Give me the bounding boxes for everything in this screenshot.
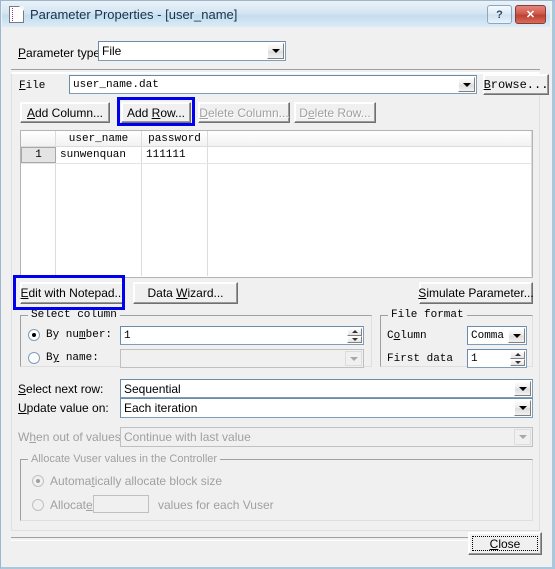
by-number-stepper[interactable] xyxy=(347,328,362,343)
row-header-number[interactable]: 1 xyxy=(21,147,56,163)
allocate-radio xyxy=(32,499,44,511)
simulate-parameter-button[interactable]: Simulate Parameter... xyxy=(418,282,534,304)
grid-empty-area[interactable] xyxy=(21,164,532,276)
by-number-radio[interactable] xyxy=(28,329,40,341)
by-name-radio-row[interactable]: By name: xyxy=(28,352,99,364)
cell-password[interactable]: 111111 xyxy=(142,147,208,163)
focus-ring xyxy=(472,536,538,551)
select-column-group-title: Select column xyxy=(28,309,120,321)
auto-allocate-radio xyxy=(32,475,44,487)
chevron-down-icon[interactable] xyxy=(458,77,475,92)
file-format-first-data-value: 1 xyxy=(471,352,478,365)
cell-extra[interactable] xyxy=(208,147,532,163)
title-bar[interactable]: Parameter Properties - [user_name] ? ✕ xyxy=(2,2,550,28)
file-document-icon xyxy=(9,6,24,23)
grid-filler-col-b xyxy=(142,164,208,276)
parameter-properties-dialog: Parameter Properties - [user_name] ? ✕ P… xyxy=(0,0,555,569)
file-combo[interactable]: user_name.dat xyxy=(69,75,477,94)
delete-column-button: Delete Column... xyxy=(198,102,290,123)
chevron-down-icon xyxy=(345,351,362,366)
grid-header-user-name[interactable]: user_name xyxy=(56,131,142,146)
chevron-down-icon xyxy=(514,429,531,445)
grid-filler-col-a xyxy=(56,164,142,276)
add-column-button[interactable]: Add Column... xyxy=(20,102,110,123)
select-next-row-value: Sequential xyxy=(124,381,181,396)
grid-header-row: user_name password xyxy=(21,131,532,147)
by-number-input[interactable]: 1 xyxy=(120,326,364,345)
chevron-down-icon[interactable] xyxy=(514,381,531,396)
by-number-value: 1 xyxy=(124,329,131,342)
auto-allocate-label: Automatically allocate block size xyxy=(50,474,223,488)
file-format-first-data-label: First data xyxy=(387,353,454,365)
by-number-label: By number: xyxy=(46,329,113,341)
parameter-data-grid[interactable]: user_name password 1 sunwenquan 111111 xyxy=(20,130,533,278)
file-format-column-combo[interactable]: Comma xyxy=(467,326,527,345)
file-format-group-title: File format xyxy=(388,309,467,321)
by-name-label: By name: xyxy=(46,352,99,364)
allocate-label: Allocate xyxy=(50,498,93,512)
data-wizard-button[interactable]: Data Wizard... xyxy=(133,282,238,304)
close-button[interactable]: Close xyxy=(468,532,542,555)
file-format-first-data-input[interactable]: 1 xyxy=(467,349,527,368)
when-out-of-values-value: Continue with last value xyxy=(124,430,251,444)
chevron-down-icon[interactable] xyxy=(508,328,525,343)
grid-filler-gutter xyxy=(21,164,56,276)
parameter-type-combo[interactable]: File xyxy=(98,41,286,61)
window-title: Parameter Properties - [user_name] xyxy=(30,7,238,22)
chevron-down-icon[interactable] xyxy=(267,43,284,59)
dialog-client-area: Parameter type: File File user_name.dat … xyxy=(2,27,550,567)
grid-header-password[interactable]: password xyxy=(142,131,208,146)
update-value-on-label: Update value on: xyxy=(18,401,109,415)
edit-with-notepad-button[interactable]: Edit with Notepad... xyxy=(20,282,125,304)
allocate-group-title: Allocate Vuser values in the Controller xyxy=(28,453,221,465)
when-out-of-values-combo: Continue with last value xyxy=(120,427,533,447)
chevron-down-icon[interactable] xyxy=(514,400,531,416)
grid-filler-col-c xyxy=(208,164,532,276)
parameter-type-label: Parameter type: xyxy=(18,46,104,60)
allocate-value-input xyxy=(93,495,149,513)
parameter-type-value: File xyxy=(102,44,122,58)
by-name-radio[interactable] xyxy=(28,352,40,364)
select-next-row-combo[interactable]: Sequential xyxy=(120,379,533,398)
file-format-column-label: Column xyxy=(387,330,427,342)
when-out-of-values-label: When out of values: xyxy=(18,430,125,444)
close-icon[interactable]: ✕ xyxy=(515,5,546,24)
auto-allocate-radio-row: Automatically allocate block size xyxy=(32,474,222,488)
allocate-radio-row: Allocate xyxy=(32,498,93,512)
cell-user-name[interactable]: sunwenquan xyxy=(56,147,142,163)
by-name-combo xyxy=(120,349,364,368)
update-value-on-combo[interactable]: Each iteration xyxy=(120,398,533,418)
footer-divider xyxy=(11,537,540,541)
grid-corner-cell xyxy=(21,131,56,146)
first-data-stepper[interactable] xyxy=(510,351,525,366)
select-next-row-label: Select next row: xyxy=(18,382,104,396)
add-row-button[interactable]: Add Row... xyxy=(121,102,191,123)
by-number-radio-row[interactable]: By number: xyxy=(28,329,112,341)
file-label: File xyxy=(19,80,46,92)
help-button[interactable]: ? xyxy=(487,5,512,24)
file-format-column-value: Comma xyxy=(471,329,505,342)
update-value-on-value: Each iteration xyxy=(124,401,198,415)
browse-button[interactable]: Browse... xyxy=(483,74,549,95)
file-value: user_name.dat xyxy=(73,78,159,91)
window-controls: ? ✕ xyxy=(484,5,546,24)
grid-header-empty[interactable] xyxy=(208,131,532,146)
delete-row-button: Delete Row... xyxy=(294,102,376,123)
allocate-suffix-label: values for each Vuser xyxy=(158,498,274,512)
table-row[interactable]: 1 sunwenquan 111111 xyxy=(21,147,532,164)
